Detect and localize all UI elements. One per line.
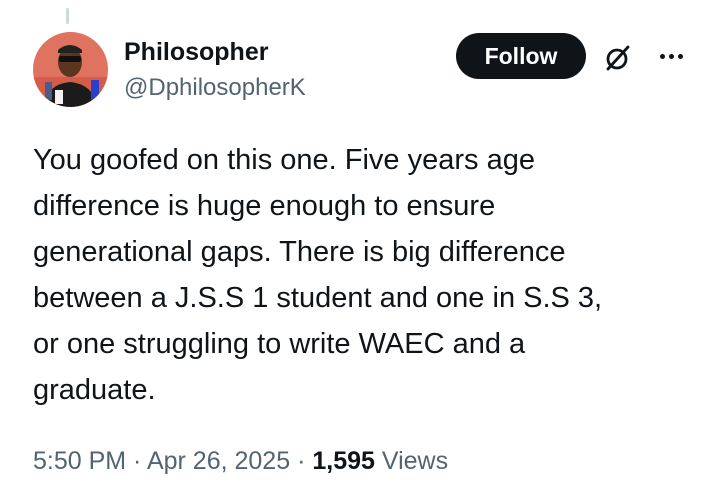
meta-separator: · <box>290 447 313 475</box>
tweet-time[interactable]: 5:50 PM <box>33 447 126 475</box>
views-label: Views <box>374 447 449 475</box>
dot <box>668 53 674 59</box>
follow-button[interactable]: Follow <box>456 33 586 79</box>
meta-separator: · <box>126 447 147 475</box>
author-handle[interactable]: @DphilosopherK <box>124 72 306 104</box>
tweet-meta: 5:50 PM · Apr 26, 2025 · 1,595 Views <box>33 444 448 478</box>
grok-slash-circle-icon[interactable] <box>602 42 634 74</box>
views-count[interactable]: 1,595 <box>312 447 375 475</box>
more-dots-icon[interactable] <box>655 44 687 68</box>
tweet-date[interactable]: Apr 26, 2025 <box>147 447 290 475</box>
author-info[interactable]: Philosopher @DphilosopherK <box>124 36 306 104</box>
author-display-name[interactable]: Philosopher <box>124 36 306 68</box>
tweet-text: You goofed on this one. Five years age d… <box>33 144 603 406</box>
avatar-image <box>33 32 108 107</box>
thread-connector-line <box>66 8 69 24</box>
dot <box>659 53 665 59</box>
avatar[interactable] <box>33 32 108 107</box>
dot <box>677 53 683 59</box>
